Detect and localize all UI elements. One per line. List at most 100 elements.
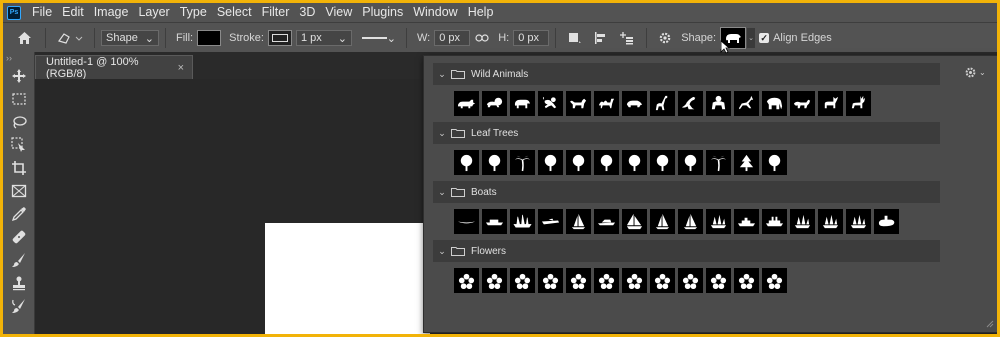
menu-image[interactable]: Image	[89, 3, 134, 22]
chevron-down-icon[interactable]: ⌄	[435, 246, 449, 257]
bear-shape-icon[interactable]	[510, 91, 535, 116]
cruiser-shape-icon[interactable]	[734, 209, 759, 234]
mode-dropdown[interactable]: Shape ⌄	[101, 30, 159, 46]
flower-shape-icon[interactable]	[678, 268, 703, 293]
flower-shape-icon[interactable]	[454, 268, 479, 293]
home-icon[interactable]	[9, 31, 39, 45]
menu-plugins[interactable]: Plugins	[357, 3, 408, 22]
flower-shape-icon[interactable]	[482, 268, 507, 293]
path-alignment-icon[interactable]	[588, 31, 614, 45]
move-icon[interactable]	[3, 64, 34, 87]
flower-shape-icon[interactable]	[622, 268, 647, 293]
object-select-icon[interactable]	[3, 133, 34, 156]
palm-shape-icon[interactable]	[510, 150, 535, 175]
eyedropper-icon[interactable]	[3, 202, 34, 225]
fox-shape-icon[interactable]	[790, 91, 815, 116]
camel-shape-icon[interactable]	[594, 91, 619, 116]
link-icon[interactable]	[472, 33, 492, 43]
flower-shape-icon[interactable]	[706, 268, 731, 293]
tree-shape-icon[interactable]	[678, 150, 703, 175]
barge-shape-icon[interactable]	[482, 209, 507, 234]
boar-shape-icon[interactable]	[622, 91, 647, 116]
tree-shape-icon[interactable]	[566, 150, 591, 175]
marquee-icon[interactable]	[3, 87, 34, 110]
stroke-type-dropdown[interactable]: ⌄	[358, 30, 400, 46]
menu-window[interactable]: Window	[408, 3, 462, 22]
menu-file[interactable]: File	[27, 3, 57, 22]
wolf-shape-icon[interactable]	[566, 91, 591, 116]
sailship-shape-icon[interactable]	[706, 209, 731, 234]
height-field[interactable]: 0 px	[513, 30, 550, 46]
menu-view[interactable]: View	[320, 3, 357, 22]
flower-shape-icon[interactable]	[510, 268, 535, 293]
path-operations-icon[interactable]	[562, 31, 588, 45]
width-field[interactable]: 0 px	[434, 30, 471, 46]
collapse-panel-icon[interactable]: ››	[3, 52, 34, 64]
deer-shape-icon[interactable]	[846, 91, 871, 116]
sailship-shape-icon[interactable]	[846, 209, 871, 234]
tree-shape-icon[interactable]	[594, 150, 619, 175]
picker-settings-button[interactable]: ⌄	[964, 66, 986, 79]
gear-icon[interactable]	[653, 31, 677, 45]
giraffe-shape-icon[interactable]	[650, 91, 675, 116]
fill-swatch[interactable]	[197, 30, 222, 46]
tree-shape-icon[interactable]	[454, 150, 479, 175]
brush-icon[interactable]	[3, 248, 34, 271]
kangaroo-shape-icon[interactable]	[678, 91, 703, 116]
healing-icon[interactable]	[3, 225, 34, 248]
tree-shape-icon[interactable]	[622, 150, 647, 175]
crop-icon[interactable]	[3, 156, 34, 179]
sailship-shape-icon[interactable]	[818, 209, 843, 234]
flower-shape-icon[interactable]	[734, 268, 759, 293]
history-brush-icon[interactable]	[3, 294, 34, 317]
sail-shape-icon[interactable]	[678, 209, 703, 234]
shape-dropdown-toggle[interactable]: ⌄	[747, 28, 756, 48]
rhino-shape-icon[interactable]	[454, 91, 479, 116]
flower-shape-icon[interactable]	[538, 268, 563, 293]
flower-shape-icon[interactable]	[566, 268, 591, 293]
stroke-swatch[interactable]	[267, 30, 292, 46]
chevron-down-icon[interactable]: ⌄	[435, 187, 449, 198]
stamp-icon[interactable]	[3, 271, 34, 294]
frame-icon[interactable]	[3, 179, 34, 202]
gazelle-shape-icon[interactable]	[734, 91, 759, 116]
close-icon[interactable]: ×	[178, 62, 184, 74]
monkey-shape-icon[interactable]	[538, 91, 563, 116]
shape-group-header[interactable]: ⌄ Leaf Trees	[433, 122, 940, 144]
stroke-width-field[interactable]: 1 px ⌄	[295, 30, 352, 46]
flower-shape-icon[interactable]	[650, 268, 675, 293]
gorilla-shape-icon[interactable]	[706, 91, 731, 116]
tree-shape-icon[interactable]	[762, 150, 787, 175]
sail-shape-icon[interactable]	[650, 209, 675, 234]
document-canvas[interactable]	[265, 223, 430, 334]
speedboat-shape-icon[interactable]	[538, 209, 563, 234]
elephant-shape-icon[interactable]	[762, 91, 787, 116]
path-arrangement-icon[interactable]	[614, 31, 640, 45]
tree-shape-icon[interactable]	[538, 150, 563, 175]
steamship-shape-icon[interactable]	[762, 209, 787, 234]
flower-shape-icon[interactable]	[762, 268, 787, 293]
shape-group-header[interactable]: ⌄ Wild Animals	[433, 63, 940, 85]
sailship-shape-icon[interactable]	[790, 209, 815, 234]
menu-edit[interactable]: Edit	[57, 3, 89, 22]
pine-shape-icon[interactable]	[734, 150, 759, 175]
shape-group-header[interactable]: ⌄ Boats	[433, 181, 940, 203]
menu-help[interactable]: Help	[463, 3, 499, 22]
yacht-shape-icon[interactable]	[594, 209, 619, 234]
lion-shape-icon[interactable]	[482, 91, 507, 116]
moose-shape-icon[interactable]	[818, 91, 843, 116]
sail-shape-icon[interactable]	[566, 209, 591, 234]
shape-group-header[interactable]: ⌄ Flowers	[433, 240, 940, 262]
lasso-icon[interactable]	[3, 110, 34, 133]
resize-grip-icon[interactable]	[986, 320, 994, 328]
chevron-down-icon[interactable]: ⌄	[435, 69, 449, 80]
document-tab[interactable]: Untitled-1 @ 100% (RGB/8) ×	[35, 55, 193, 80]
menu-3d[interactable]: 3D	[294, 3, 320, 22]
submarine-shape-icon[interactable]	[874, 209, 899, 234]
flower-shape-icon[interactable]	[594, 268, 619, 293]
palm-shape-icon[interactable]	[706, 150, 731, 175]
ship-shape-icon[interactable]	[510, 209, 535, 234]
menu-filter[interactable]: Filter	[257, 3, 295, 22]
menu-select[interactable]: Select	[212, 3, 257, 22]
tool-preset-picker[interactable]	[52, 31, 88, 45]
